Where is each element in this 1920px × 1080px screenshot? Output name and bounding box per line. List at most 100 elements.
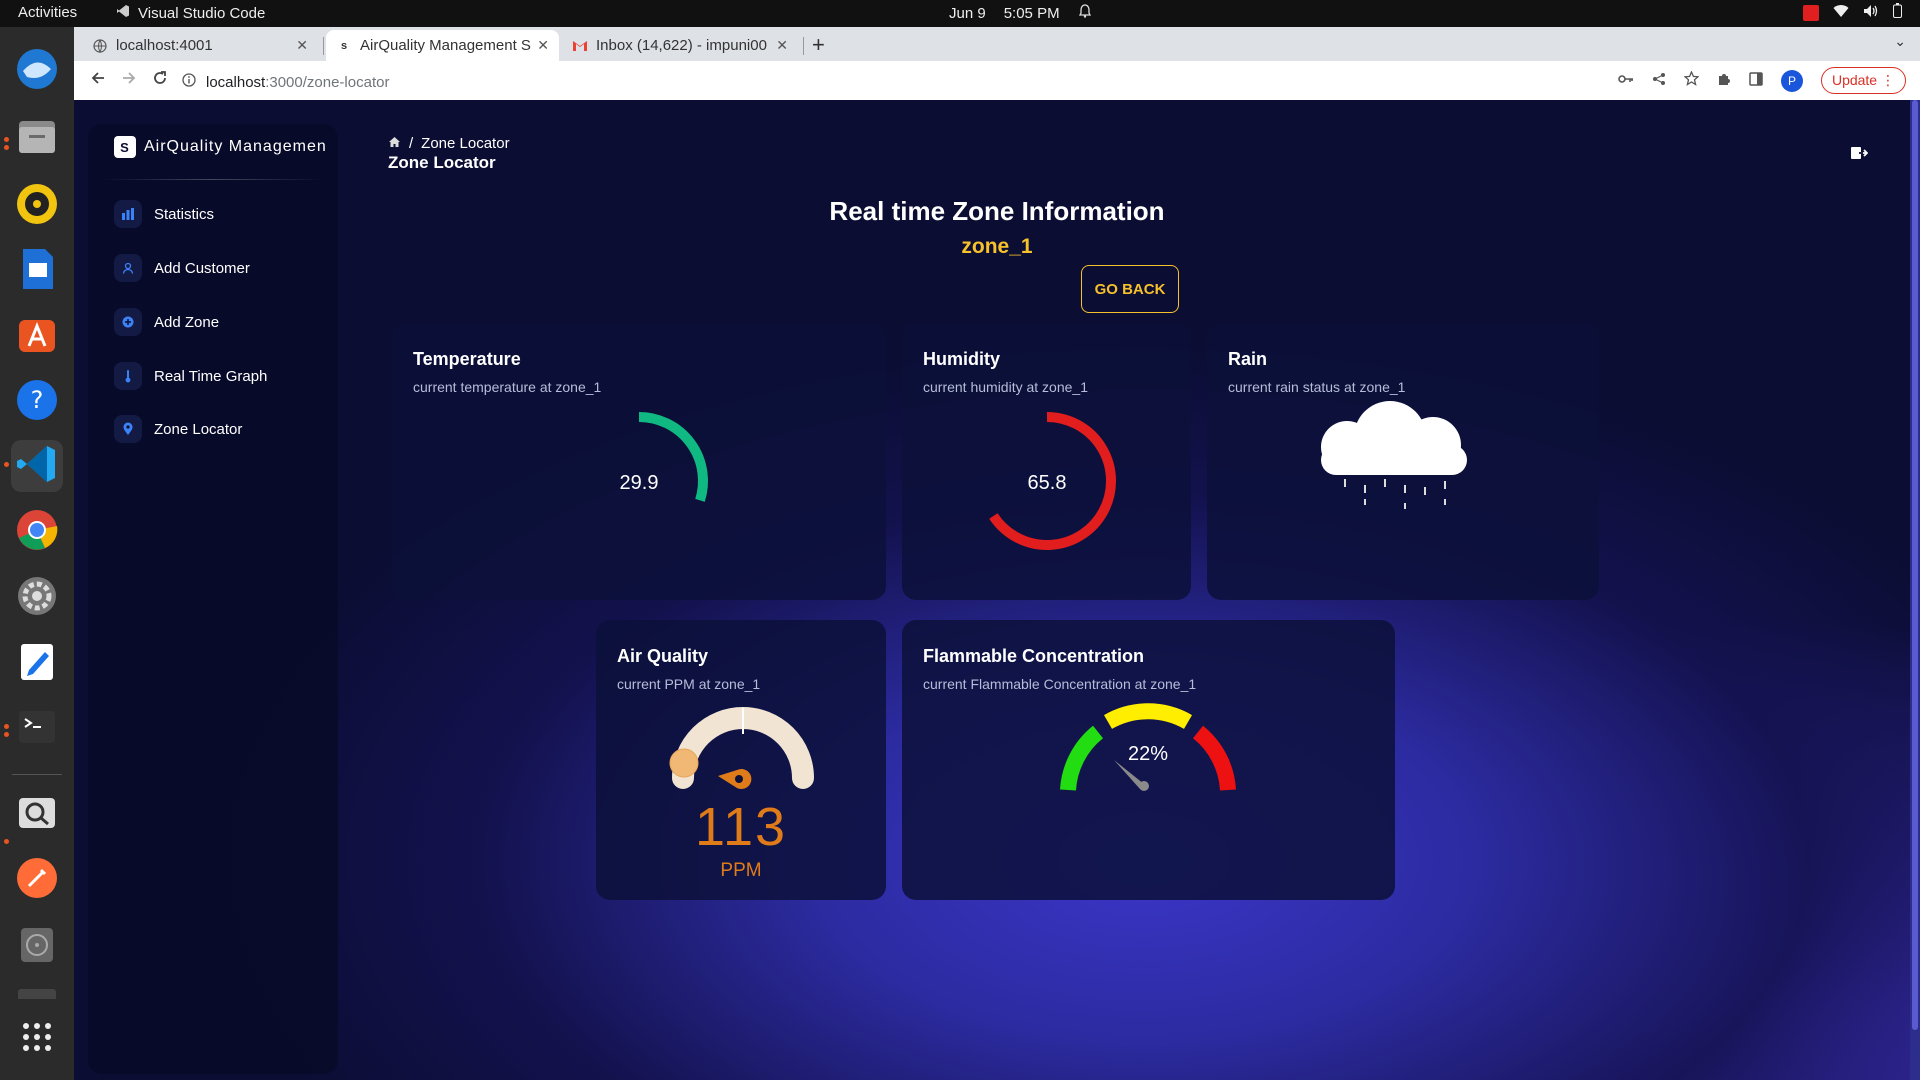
breadcrumb: / Zone Locator (388, 135, 510, 152)
side-panel-icon[interactable] (1749, 71, 1763, 90)
sidebar-item-label: Zone Locator (154, 420, 243, 438)
bookmark-star-icon[interactable] (1683, 70, 1700, 90)
screenshot-launcher[interactable] (11, 788, 63, 840)
new-tab-button[interactable]: + (812, 32, 825, 58)
vscode-launcher[interactable] (11, 440, 63, 492)
sidebar-item-label: Add Zone (154, 313, 220, 331)
terminal-launcher[interactable] (11, 703, 63, 755)
volume-icon (1863, 4, 1879, 22)
rain-cloud-icon (1321, 401, 1467, 509)
card-subtitle: current PPM at zone_1 (617, 676, 761, 692)
thunderbird-launcher[interactable] (11, 45, 63, 97)
logout-icon[interactable] (1850, 145, 1869, 166)
temperature-gauge: 29.9 (620, 412, 708, 502)
browser-window: localhost:4001 ✕ s AirQuality Management… (74, 27, 1920, 1080)
site-info-icon[interactable] (182, 73, 196, 91)
flammable-gauge: 22% (1060, 703, 1236, 791)
flammable-card: Flammable Concentration current Flammabl… (902, 620, 1395, 900)
page-title: Zone Locator (388, 153, 496, 172)
card-title: Temperature (413, 349, 521, 369)
go-back-button[interactable]: GO BACK (1081, 265, 1179, 313)
flammable-value: 22% (1128, 743, 1168, 765)
battery-icon (1893, 3, 1902, 22)
rhythmbox-launcher[interactable] (11, 180, 63, 232)
tab-separator (803, 37, 804, 55)
sidebar-item-real-time-graph[interactable]: Real Time Graph (114, 362, 267, 390)
rain-card: Rain current rain status at zone_1 (1207, 323, 1599, 600)
system-tray[interactable] (1803, 3, 1902, 22)
postman-icon (15, 856, 59, 905)
rhythmbox-icon (15, 182, 59, 231)
globe-icon (92, 38, 108, 54)
flammable-gauge-segment-mid (1104, 703, 1192, 730)
page-viewport: S AirQuality Managemen Statistics Add Cu… (74, 100, 1920, 1080)
map-pin-icon (114, 415, 142, 443)
tab-title: Inbox (14,622) - impuni00 (596, 37, 767, 54)
application-dock: ? (0, 27, 74, 1080)
clock[interactable]: Jun 9 5:05 PM (949, 4, 1092, 22)
time: 5:05 PM (1003, 4, 1060, 22)
tab-inbox[interactable]: Inbox (14,622) - impuni00 ✕ (562, 30, 798, 61)
humidity-gauge: 65.8 (989, 412, 1116, 550)
tab-search-chevron-icon[interactable]: ⌄ (1894, 33, 1906, 50)
forward-button[interactable] (121, 70, 137, 91)
humidity-card: Humidity current humidity at zone_1 65.8 (902, 323, 1191, 600)
back-button[interactable] (90, 70, 106, 91)
reload-button[interactable] (152, 70, 168, 91)
share-icon[interactable] (1652, 72, 1666, 90)
settings-launcher[interactable] (11, 572, 63, 624)
sidebar-item-zone-locator[interactable]: Zone Locator (114, 415, 242, 443)
sidebar-item-add-zone[interactable]: Add Zone (114, 308, 219, 336)
text-editor-icon (15, 640, 59, 689)
record-indicator-icon (1803, 4, 1819, 21)
flammable-gauge-segment-low (1060, 725, 1104, 791)
vscode-icon (15, 442, 59, 491)
close-icon[interactable]: ✕ (776, 37, 788, 54)
extensions-icon[interactable] (1717, 72, 1731, 90)
card-title: Flammable Concentration (923, 646, 1145, 666)
help-launcher[interactable]: ? (11, 376, 63, 428)
disk-launcher[interactable] (11, 920, 63, 972)
url-host: localhost (206, 73, 266, 91)
show-apps-button[interactable] (11, 1013, 63, 1065)
app-indicator[interactable]: Visual Studio Code (116, 4, 265, 22)
text-editor-launcher[interactable] (11, 638, 63, 690)
close-icon[interactable]: ✕ (537, 37, 549, 54)
card-title: Air Quality (617, 646, 709, 666)
close-icon[interactable]: ✕ (296, 37, 308, 54)
dock-divider (12, 774, 62, 775)
air-quality-card: Air Quality current PPM at zone_1 113 PP… (596, 620, 886, 900)
more-vert-icon: ⋮ (1881, 72, 1895, 88)
humidity-value: 65.8 (1028, 472, 1067, 494)
url-path: :3000/zone-locator (265, 73, 390, 91)
plus-circle-icon (114, 308, 142, 336)
brand-logo-icon: S (114, 136, 136, 158)
profile-avatar[interactable]: P (1780, 69, 1803, 92)
temperature-card: Temperature current temperature at zone_… (392, 323, 886, 600)
running-indicator (4, 462, 9, 467)
key-icon[interactable] (1618, 72, 1634, 89)
zone-info-title: Real time Zone Information (829, 196, 1165, 226)
dock-partial-item (18, 989, 56, 999)
wifi-icon (1833, 4, 1849, 22)
running-indicator (4, 137, 9, 142)
postman-launcher[interactable] (11, 854, 63, 906)
activities-button[interactable]: Activities (18, 4, 77, 21)
chrome-launcher[interactable] (11, 506, 63, 558)
tab-airquality[interactable]: s AirQuality Management S ✕ (326, 30, 559, 61)
files-launcher[interactable] (11, 113, 63, 165)
date: Jun 9 (949, 4, 986, 22)
magnifier-icon (15, 790, 59, 839)
zone-name: zone_1 (961, 235, 1033, 258)
home-icon[interactable] (388, 135, 401, 152)
brand[interactable]: S AirQuality Managemen (114, 136, 338, 158)
update-button[interactable]: Update ⋮ (1820, 67, 1906, 94)
address-bar[interactable]: localhost:3000/zone-locator (182, 66, 1282, 98)
terminal-icon (15, 705, 59, 754)
software-launcher[interactable] (11, 310, 63, 362)
writer-launcher[interactable] (11, 245, 63, 297)
tab-strip: localhost:4001 ✕ s AirQuality Management… (74, 27, 1920, 61)
app-logo-icon: s (340, 39, 348, 52)
running-indicator (4, 732, 9, 737)
tab-localhost-4001[interactable]: localhost:4001 ✕ (82, 30, 318, 61)
